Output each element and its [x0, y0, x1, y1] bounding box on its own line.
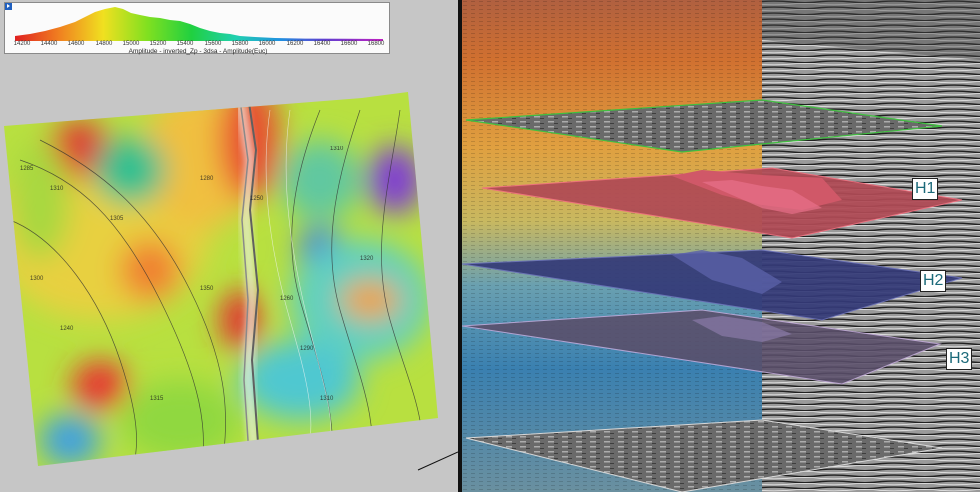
colorbar-tick: 16200: [286, 41, 304, 47]
contour-label: 1285: [20, 166, 34, 172]
colorbar-tick: 15200: [149, 41, 167, 47]
colorbar-tick: 15600: [204, 41, 222, 47]
contour-label: 1305: [110, 216, 124, 222]
contour-label: 1350: [200, 286, 214, 292]
horizon-amplitude-map: 1285 1310 1300 1350 1250 1260 1310 1315 …: [4, 92, 458, 471]
colorbar-tick: 15400: [176, 41, 194, 47]
colorbar-tick: 15000: [122, 41, 140, 47]
horizon-label-h2[interactable]: H2: [920, 270, 947, 292]
colorbar-tick: 14600: [67, 41, 85, 47]
colorbar-tick: 15800: [231, 41, 249, 47]
contour-label: 1315: [150, 396, 164, 402]
colorbar-tick: 14400: [40, 41, 58, 47]
contour-label: 1240: [60, 326, 74, 332]
colorbar-tick: 14800: [95, 41, 113, 47]
horizon-label-h1[interactable]: H1: [912, 178, 939, 200]
map-view-3d[interactable]: 1285 1310 1300 1350 1250 1260 1310 1315 …: [0, 0, 458, 492]
colorbar-tick: 16800: [367, 41, 385, 47]
contour-label: 1310: [50, 186, 64, 192]
expand-triangle-icon[interactable]: [5, 3, 12, 10]
colorbar-legend: 14200 14400 14600 14800 15000 15200 1540…: [4, 2, 390, 55]
contour-label: 1320: [360, 256, 374, 262]
seismic-cube-render: [462, 0, 980, 492]
contour-label: 1300: [30, 276, 44, 282]
colorbar-title: Amplitude - inverted_Zp - 3dsa - Amplitu…: [128, 48, 268, 55]
colorbar-tick: 16600: [340, 41, 358, 47]
volume-view-3d[interactable]: H1 H2 H3: [462, 0, 980, 492]
contour-label: 1290: [300, 346, 314, 352]
contour-label: 1250: [250, 196, 264, 202]
contour-label: 1310: [330, 146, 344, 152]
contour-label: 1280: [200, 176, 214, 182]
horizon-label-h3[interactable]: H3: [946, 348, 973, 370]
colorbar-tick: 14200: [13, 41, 31, 47]
contour-label: 1260: [280, 296, 294, 302]
colorbar-tick: 16000: [258, 41, 276, 47]
colorbar-tick: 16400: [313, 41, 331, 47]
contour-label: 1310: [320, 396, 334, 402]
amplitude-histogram: [15, 7, 383, 41]
